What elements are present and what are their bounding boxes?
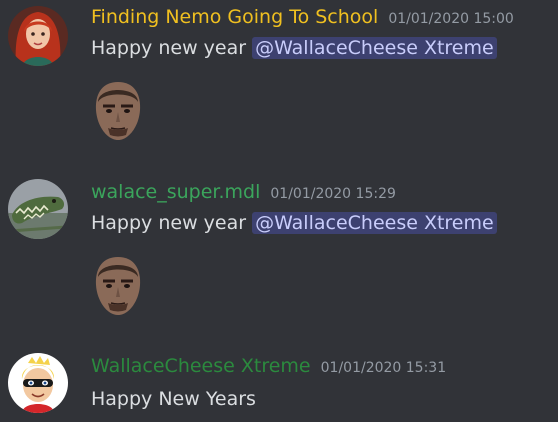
message-3: WallaceCheese Xtreme 01/01/2020 15:31 Ha… xyxy=(0,0,558,422)
masked-superhero-kid-avatar[interactable] xyxy=(8,353,68,413)
timestamp: 01/01/2020 15:31 xyxy=(320,360,447,376)
username[interactable]: WallaceCheese Xtreme xyxy=(91,355,311,377)
message-text: Happy New Years xyxy=(91,388,256,410)
chat-messages-area: Finding Nemo Going To School 01/01/2020 … xyxy=(0,0,558,422)
